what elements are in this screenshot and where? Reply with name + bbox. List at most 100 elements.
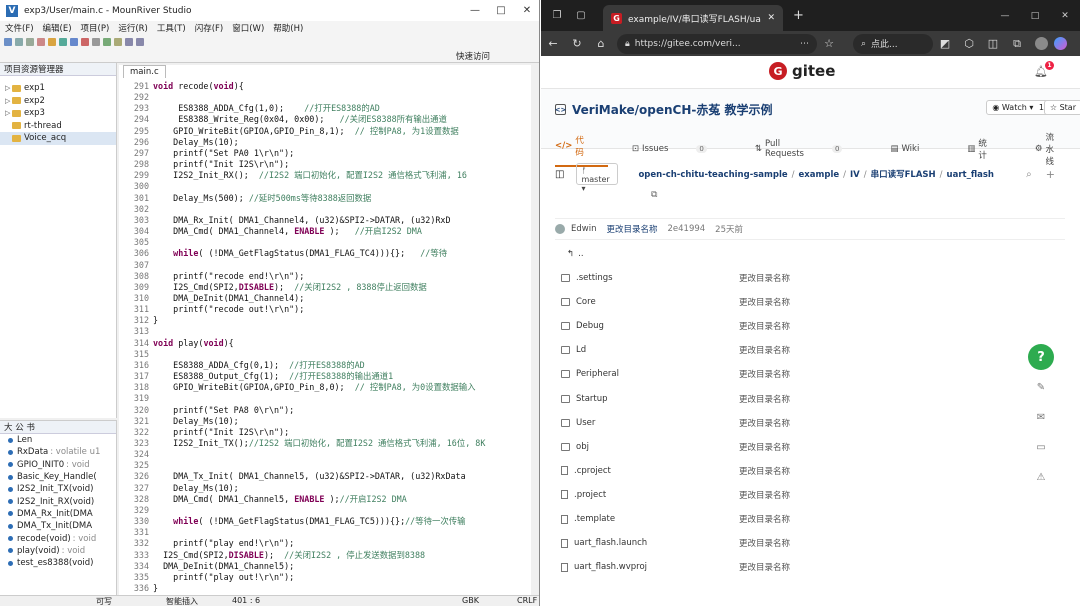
outline-item[interactable]: recode(void): void (0, 532, 116, 544)
file-commit-message[interactable]: 更改目录名称 (739, 344, 790, 356)
code-text[interactable]: I2S_Cmd(SPI2,DISABLE); //关闭I2S2 , 8388停止… (151, 282, 427, 293)
outline-item[interactable]: DMA_Rx_Init(DMA (0, 508, 116, 520)
run-icon[interactable] (103, 37, 111, 46)
address-bar[interactable]: 🔒︎ https://gitee.com/veri... ⋯ (617, 33, 817, 54)
code-text[interactable]: ES8388_ADDA_Cfg(0,1); //打开ES8388的AD (151, 360, 365, 371)
file-row[interactable]: uart_flash.launch 更改目录名称 (561, 531, 1066, 555)
code-text[interactable]: DMA_DeInit(DMA1_Channel5); (151, 561, 294, 572)
profile-avatar[interactable] (1035, 37, 1048, 50)
tree-item-exp2[interactable]: ▷ exp2 (0, 95, 116, 108)
code-text[interactable]: while( (!DMA_GetFlagStatus(DMA1_FLAG_TC5… (151, 516, 465, 527)
code-text[interactable]: ES8388_Output_Cfg(1); //打开ES8388的输出通道1 (151, 371, 393, 382)
file-commit-message[interactable]: 更改目录名称 (739, 320, 790, 332)
code-line[interactable]: 296 Delay_Ms(10); (119, 137, 531, 148)
star-button[interactable]: ☆ Star (1043, 100, 1080, 115)
search-file-icon[interactable]: ⌕ (1026, 169, 1032, 180)
code-text[interactable] (151, 92, 153, 103)
minimize-icon[interactable]: — (990, 11, 1020, 21)
tree-item-exp3[interactable]: ▷ exp3 (0, 107, 116, 120)
gitee-logo[interactable]: G gitee (769, 62, 835, 80)
code-line[interactable]: 311 printf("recode out!\r\n"); (119, 304, 531, 315)
code-text[interactable]: ES8388_ADDA_Cfg(1,0); //打开ES8388的AD (151, 103, 380, 114)
code-line[interactable]: 309 I2S_Cmd(SPI2,DISABLE); //关闭I2S2 , 83… (119, 282, 531, 293)
save-all-icon[interactable] (26, 37, 34, 46)
tree-item-exp1[interactable]: ▷ exp1 (0, 82, 116, 95)
commit-message[interactable]: 更改目录名称 (606, 223, 657, 235)
settings-icon[interactable] (114, 37, 122, 46)
file-name[interactable]: uart_flash.launch (574, 538, 647, 548)
code-text[interactable] (151, 527, 153, 538)
browser-tab-active[interactable]: G example/IV/串口读写FLASH/uart_ ✕ (603, 5, 783, 31)
code-line[interactable]: 294 ES8388_Write_Reg(0x04, 0x00); //关闭ES… (119, 114, 531, 125)
code-line[interactable]: 323 I2S2_Init_TX();//I2S2 端口初始化, 配置I2S2 … (119, 438, 531, 449)
code-text[interactable] (151, 349, 153, 360)
file-commit-message[interactable]: 更改目录名称 (739, 465, 790, 477)
file-name[interactable]: .template (574, 514, 615, 524)
repo-title[interactable]: <> VeriMake/openCH-赤菟 教学示例 (555, 101, 773, 118)
code-text[interactable]: printf("Init I2S\r\n"); (151, 427, 289, 438)
code-text[interactable]: DMA_Rx_Init( DMA1_Channel4, (u32)&SPI2->… (151, 215, 450, 226)
code-text[interactable] (151, 505, 153, 516)
code-text[interactable]: printf("recode end!\r\n"); (151, 271, 304, 282)
file-row[interactable]: .cproject 更改目录名称 (561, 459, 1066, 483)
code-text[interactable]: printf("Init I2S\r\n"); (151, 159, 289, 170)
file-name[interactable]: Debug (576, 321, 604, 331)
menu-file[interactable]: 文件(F) (5, 22, 34, 34)
file-name[interactable]: .settings (576, 273, 613, 283)
expand-arrow-icon[interactable]: ▷ (5, 97, 12, 105)
sidebar-toggle-icon[interactable]: ◫ (555, 169, 564, 180)
repo-name[interactable]: VeriMake/openCH-赤菟 教学示例 (572, 101, 773, 118)
file-name[interactable]: uart_flash.wvproj (574, 562, 647, 572)
build-all-icon[interactable] (48, 37, 56, 46)
back-icon[interactable] (125, 37, 133, 46)
close-button[interactable]: ✕ (514, 5, 539, 16)
copilot-icon[interactable] (1054, 37, 1067, 50)
code-line[interactable]: 334 DMA_DeInit(DMA1_Channel5); (119, 561, 531, 572)
code-line[interactable]: 319 (119, 393, 531, 404)
code-line[interactable]: 335 printf("play out!\r\n"); (119, 572, 531, 583)
new-file-icon[interactable] (4, 37, 12, 46)
code-line[interactable]: 297 printf("Set PA0 1\r\n"); (119, 148, 531, 159)
code-line[interactable]: 312} (119, 315, 531, 326)
code-line[interactable]: 317 ES8388_Output_Cfg(1); //打开ES8388的输出通… (119, 371, 531, 382)
code-line[interactable]: 329 (119, 505, 531, 516)
code-area[interactable]: 291 void recode(void){292 293 ES8388_ADDA_… (119, 81, 531, 595)
code-line[interactable]: 310 DMA_DeInit(DMA1_Channel4); (119, 293, 531, 304)
maximize-button[interactable]: □ (488, 5, 514, 16)
menu-tools[interactable]: 工具(T) (157, 22, 186, 34)
menu-project[interactable]: 项目(P) (81, 22, 110, 34)
file-row[interactable]: Ld 更改目录名称 (561, 338, 1066, 362)
new-tab-button[interactable]: + (793, 8, 804, 23)
commit-author[interactable]: Edwin (571, 224, 596, 234)
code-line[interactable]: 295 GPIO_WriteBit(GPIOA,GPIO_Pin_8,1); /… (119, 126, 531, 137)
search-icon[interactable] (92, 37, 100, 46)
edit-feedback-icon[interactable]: ✎ (1028, 374, 1054, 400)
code-text[interactable]: Delay_Ms(10); (151, 483, 239, 494)
code-line[interactable]: 306 while( (!DMA_GetFlagStatus(DMA1_FLAG… (119, 248, 531, 259)
file-row[interactable]: .template 更改目录名称 (561, 507, 1066, 531)
code-text[interactable]: DMA_DeInit(DMA1_Channel4); (151, 293, 304, 304)
code-text[interactable]: printf("play end!\r\n"); (151, 538, 294, 549)
code-line[interactable]: 327 Delay_Ms(10); (119, 483, 531, 494)
file-commit-message[interactable]: 更改目录名称 (739, 296, 790, 308)
file-name[interactable]: obj (576, 442, 589, 452)
code-line[interactable]: 324 (119, 449, 531, 460)
quick-access-input[interactable]: 快速访问 (456, 50, 490, 62)
code-line[interactable]: 336} (119, 583, 531, 594)
extensions-puzzle-icon[interactable]: ⬡ (957, 37, 981, 50)
code-line[interactable]: 333 I2S_Cmd(SPI2,DISABLE); //关闭I2S2 , 停止… (119, 550, 531, 561)
watch-button[interactable]: ◉ Watch ▾ 1 (986, 100, 1050, 115)
file-name[interactable]: .project (574, 490, 606, 500)
expand-arrow-icon[interactable]: ▷ (5, 109, 12, 117)
menu-run[interactable]: 运行(R) (118, 22, 148, 34)
outline-item[interactable]: test_es8388(void) (0, 557, 116, 569)
chat-icon[interactable]: ▭ (1028, 434, 1054, 460)
forward-icon[interactable] (136, 37, 144, 46)
file-name[interactable]: Startup (576, 394, 608, 404)
file-commit-message[interactable]: 更改目录名称 (739, 537, 790, 549)
code-line[interactable]: 298 printf("Init I2S\r\n"); (119, 159, 531, 170)
copy-path-icon[interactable]: ⧉ (651, 190, 657, 200)
code-text[interactable] (151, 460, 153, 471)
code-text[interactable]: while( (!DMA_GetFlagStatus(DMA1_FLAG_TC4… (151, 248, 447, 259)
outline-item[interactable]: GPIO_INIT0: void (0, 459, 116, 471)
